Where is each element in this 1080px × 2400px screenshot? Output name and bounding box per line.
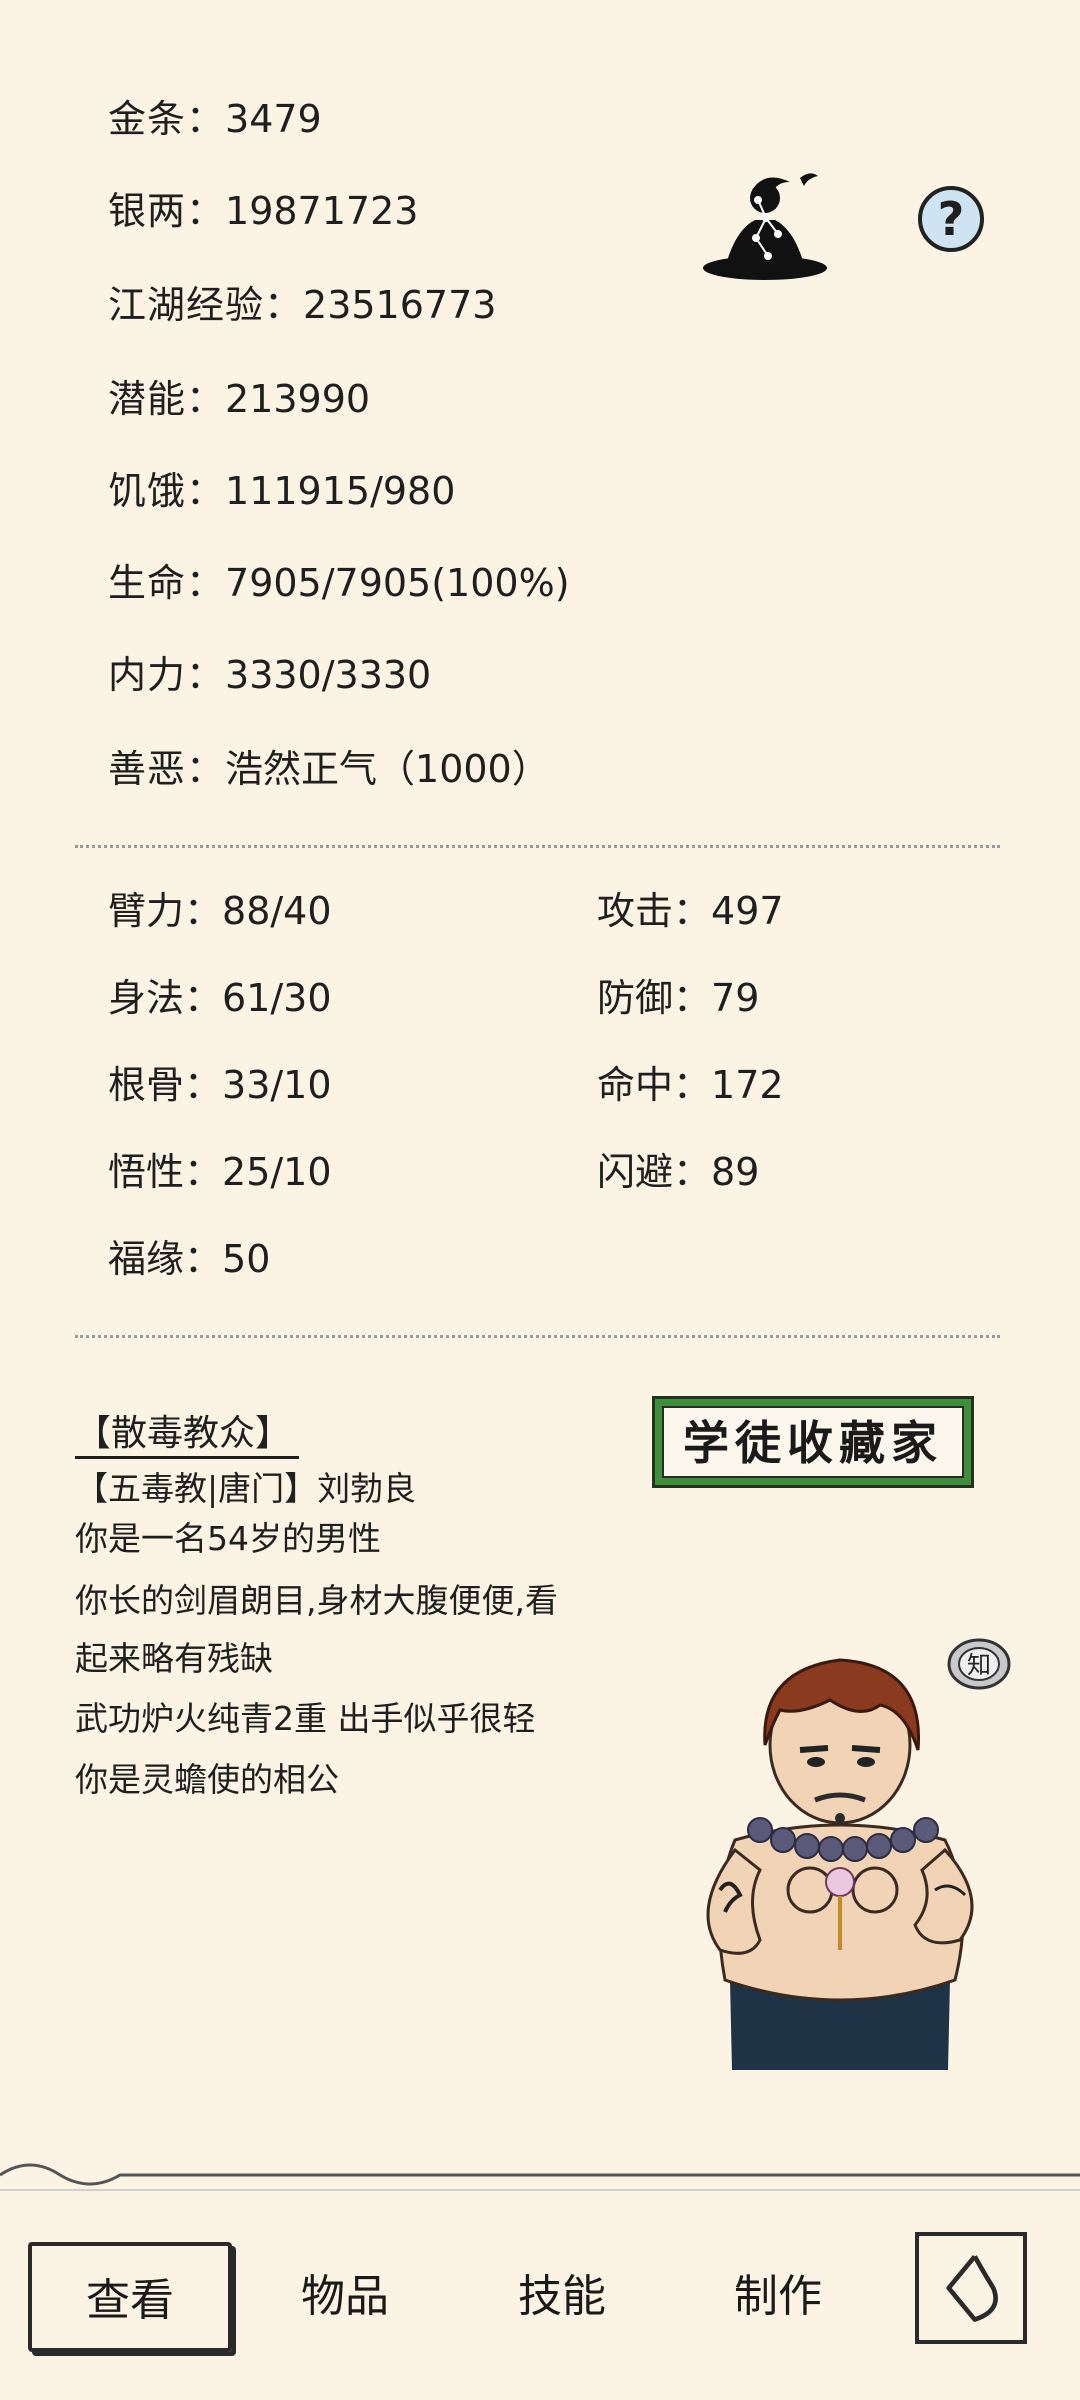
bio-line-age: 你是一名54岁的男性 [75, 1519, 381, 1558]
attr-agility: 身法：61/30 [108, 975, 332, 1021]
stat-internal-force: 内力：3330/3330 [108, 652, 431, 698]
attr-attack-label: 攻击： [597, 889, 712, 933]
bio-line-martial: 武功炉火纯青2重 出手似乎很轻 [75, 1699, 536, 1738]
attr-constitution-label: 根骨： [108, 1063, 223, 1107]
title-badge-text: 学徒收藏家 [662, 1406, 964, 1478]
stat-silver-value: 19871723 [225, 189, 419, 233]
bottom-nav: 查看 物品 技能 制作 [0, 2190, 1080, 2400]
title-badge[interactable]: 学徒收藏家 [652, 1396, 974, 1488]
nav-craft-button[interactable]: 制作 [688, 2242, 868, 2352]
divider-bottom [75, 1335, 1000, 1338]
back-arrow-icon [946, 2254, 998, 2322]
nav-view-button[interactable]: 查看 [28, 2242, 232, 2352]
stat-silver-label: 银两： [108, 189, 226, 233]
meditation-silhouette-icon [703, 173, 827, 280]
stat-gold-value: 3479 [225, 97, 322, 141]
attr-fortune: 福缘：50 [108, 1236, 270, 1282]
attr-dodge-label: 闪避： [597, 1150, 712, 1194]
bio-line-appearance-cont: 起来略有残缺 [75, 1639, 273, 1678]
stat-health: 生命：7905/7905(100%) [108, 560, 570, 606]
attr-fortune-value: 50 [222, 1237, 271, 1281]
bottom-wave-divider [0, 2163, 1080, 2191]
attr-fortune-label: 福缘： [108, 1237, 223, 1281]
stat-gold: 金条：3479 [108, 96, 322, 142]
stat-health-value: 7905/7905(100%) [225, 561, 570, 605]
attr-comprehension: 悟性：25/10 [108, 1149, 332, 1195]
faction-title[interactable]: 【散毒教众】 [75, 1412, 300, 1459]
attr-defense-label: 防御： [597, 976, 712, 1020]
attr-agility-label: 身法： [108, 976, 223, 1020]
stat-health-label: 生命： [108, 561, 226, 605]
stat-morality-value: 浩然正气（1000） [225, 747, 550, 791]
attr-agility-value: 61/30 [222, 976, 332, 1020]
back-button[interactable] [915, 2232, 1027, 2344]
stat-internal-force-value: 3330/3330 [225, 653, 432, 697]
stat-gold-label: 金条： [108, 97, 226, 141]
bio-line-name: 【五毒教|唐门】刘勃良 [75, 1469, 417, 1508]
stat-internal-force-label: 内力： [108, 653, 226, 697]
attr-dodge-value: 89 [711, 1150, 760, 1194]
attr-attack-value: 497 [711, 889, 784, 933]
attr-attack: 攻击：497 [597, 888, 784, 934]
stat-morality: 善恶：浩然正气（1000） [108, 746, 550, 792]
stat-silver: 银两：19871723 [108, 188, 418, 234]
attr-hit: 命中：172 [597, 1062, 784, 1108]
attr-strength-value: 88/40 [222, 889, 332, 933]
stat-hunger-value: 111915/980 [225, 469, 456, 513]
stat-experience-value: 23516773 [303, 283, 497, 327]
nav-skills-button[interactable]: 技能 [472, 2242, 652, 2352]
character-portrait [706, 1658, 974, 2070]
attr-comprehension-label: 悟性： [108, 1150, 223, 1194]
bio-line-spouse: 你是灵蟾使的相公 [75, 1760, 339, 1799]
attr-hit-value: 172 [711, 1063, 784, 1107]
attr-constitution: 根骨：33/10 [108, 1062, 332, 1108]
stat-hunger: 饥饿：111915/980 [108, 468, 455, 514]
attr-constitution-value: 33/10 [222, 1063, 332, 1107]
help-button[interactable]: ? [918, 186, 984, 252]
nav-items-button[interactable]: 物品 [255, 2242, 435, 2352]
bio-line-appearance: 你长的剑眉朗目,身材大腹便便,看 [75, 1581, 558, 1620]
attr-strength: 臂力：88/40 [108, 888, 332, 934]
stat-potential-value: 213990 [225, 377, 371, 421]
divider-top [75, 845, 1000, 848]
stat-potential-label: 潜能： [108, 377, 226, 421]
attr-strength-label: 臂力： [108, 889, 223, 933]
attr-defense: 防御：79 [597, 975, 759, 1021]
stat-potential: 潜能：213990 [108, 376, 370, 422]
attr-dodge: 闪避：89 [597, 1149, 759, 1195]
attr-defense-value: 79 [711, 976, 760, 1020]
attr-hit-label: 命中： [597, 1063, 712, 1107]
stat-experience-label: 江湖经验： [108, 283, 304, 327]
stat-experience: 江湖经验：23516773 [108, 282, 496, 328]
stat-hunger-label: 饥饿： [108, 469, 226, 513]
stat-morality-label: 善恶： [108, 747, 226, 791]
attr-comprehension-value: 25/10 [222, 1150, 332, 1194]
